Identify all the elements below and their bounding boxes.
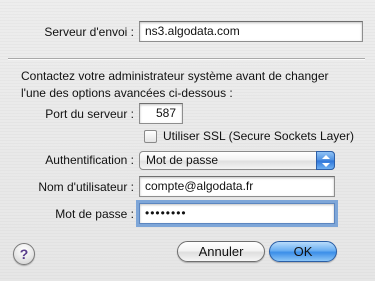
password-label: Mot de passe : bbox=[55, 207, 134, 221]
auth-selected-value: Mot de passe bbox=[146, 153, 219, 167]
port-field[interactable]: 587 bbox=[139, 103, 183, 124]
username-label: Nom d'utilisateur : bbox=[38, 180, 134, 194]
server-field[interactable]: ns3.algodata.com bbox=[139, 21, 363, 42]
advanced-options-note: Contactez votre administrateur système a… bbox=[21, 69, 329, 100]
select-arrows-icon bbox=[316, 151, 335, 170]
help-button[interactable]: ? bbox=[13, 243, 35, 265]
ssl-label[interactable]: Utiliser SSL (Secure Sockets Layer) bbox=[163, 129, 354, 143]
username-field[interactable]: compte@algodata.fr bbox=[139, 176, 335, 197]
auth-label: Authentification : bbox=[45, 153, 134, 167]
smtp-server-sheet: Serveur d'envoi : ns3.algodata.com Conta… bbox=[0, 0, 375, 281]
auth-select[interactable]: Mot de passe bbox=[139, 151, 335, 170]
server-label: Serveur d'envoi : bbox=[44, 25, 134, 39]
divider bbox=[8, 58, 365, 60]
ssl-checkbox[interactable] bbox=[144, 130, 157, 143]
ok-button[interactable]: OK bbox=[269, 241, 337, 262]
port-label: Port du serveur : bbox=[45, 107, 134, 121]
cancel-button[interactable]: Annuler bbox=[177, 241, 265, 262]
password-field[interactable]: •••••••• bbox=[136, 200, 338, 227]
